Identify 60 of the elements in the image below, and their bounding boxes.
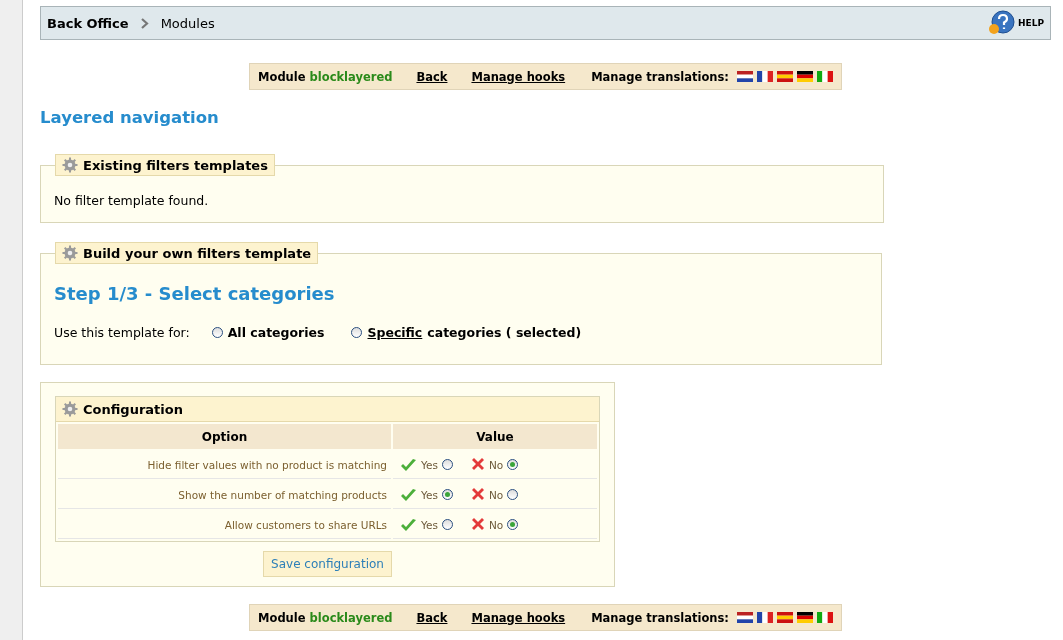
gear-icon — [62, 245, 78, 261]
breadcrumb-item: Modules — [160, 15, 215, 31]
radio-button[interactable] — [441, 519, 453, 530]
flag-icon[interactable] — [756, 71, 773, 82]
radio-button[interactable] — [351, 327, 363, 338]
breadcrumb-item[interactable]: Back Office — [47, 15, 129, 31]
legend-text: Build your own filters template — [83, 245, 312, 261]
option-cell: Show the number of matching products — [58, 481, 391, 509]
gear-icon — [62, 401, 78, 417]
chevron-icon — [140, 17, 149, 29]
check-icon — [400, 487, 417, 502]
legend-text: Existing filters templates — [83, 157, 268, 173]
no-label: No — [488, 518, 504, 531]
flag-icon[interactable] — [736, 612, 753, 623]
flag-icon[interactable] — [796, 612, 813, 623]
flag-icon[interactable] — [756, 612, 773, 623]
toolbar-link[interactable]: Back — [416, 69, 448, 84]
module-name: blocklayered — [309, 610, 393, 625]
option-label: All categories — [227, 325, 325, 340]
translations-label: Manage translations: — [591, 610, 729, 625]
radio-button[interactable] — [507, 519, 519, 530]
cross-icon — [470, 486, 485, 501]
check-icon — [400, 457, 417, 472]
toolbar-link[interactable]: Manage hooks — [471, 610, 566, 625]
radio-button[interactable] — [507, 489, 519, 500]
save-button[interactable]: Save configuration — [263, 551, 392, 577]
flag-icon[interactable] — [736, 71, 753, 82]
check-icon — [400, 517, 417, 532]
toolbar-link[interactable]: Manage hooks — [471, 69, 566, 84]
page-title: Layered navigation — [40, 108, 219, 127]
yes-label: Yes — [421, 488, 438, 501]
radio-button[interactable] — [211, 327, 223, 338]
no-label: No — [488, 488, 504, 501]
header-text: Configuration — [83, 401, 183, 417]
yes-label: Yes — [421, 458, 438, 471]
empty-message: No filter template found. — [54, 193, 209, 208]
option-cell: Allow customers to share URLs — [58, 511, 391, 539]
option-link[interactable]: Specific — [367, 325, 423, 340]
yes-label: Yes — [421, 518, 438, 531]
cross-icon — [470, 456, 485, 471]
toolbar-link[interactable]: Back — [416, 610, 448, 625]
help-link[interactable]: HELP — [1018, 18, 1044, 28]
radio-button[interactable] — [507, 459, 519, 470]
prompt-label: Use this template for: — [54, 325, 190, 340]
option-cell: Hide filter values with no product is matching — [58, 451, 391, 479]
option-label: categories ( selected) — [427, 325, 582, 340]
flag-icon[interactable] — [796, 71, 813, 82]
radio-button[interactable] — [441, 459, 453, 470]
column-header: Value — [393, 424, 597, 449]
radio-button[interactable] — [441, 489, 453, 500]
gear-icon — [62, 157, 78, 173]
module-label: Module — [258, 610, 306, 625]
help-icon[interactable] — [988, 10, 1016, 36]
translations-label: Manage translations: — [591, 69, 729, 84]
module-label: Module — [258, 69, 306, 84]
no-label: No — [488, 458, 504, 471]
column-header: Option — [58, 424, 391, 449]
cross-icon — [470, 516, 485, 531]
step-heading: Step 1/3 - Select categories — [54, 283, 336, 304]
module-name: blocklayered — [309, 69, 393, 84]
